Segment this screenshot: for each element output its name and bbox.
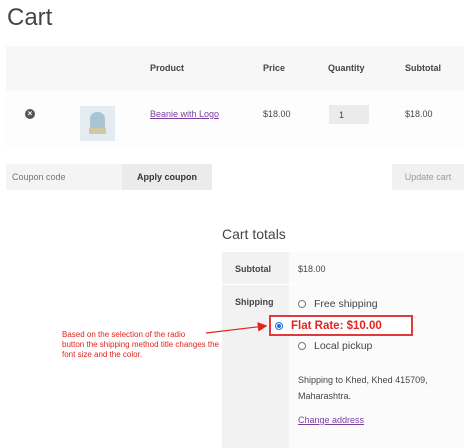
shipping-destination: Shipping to Khed, Khed 415709, Maharasht…	[298, 372, 458, 404]
shipping-option-flat-rate[interactable]: Flat Rate: $10.00	[269, 315, 413, 336]
beanie-image[interactable]	[80, 106, 115, 141]
page-title: Cart	[7, 4, 53, 31]
apply-coupon-button[interactable]: Apply coupon	[122, 164, 212, 190]
subtotal-label: Subtotal	[235, 264, 271, 274]
header-subtotal: Subtotal	[405, 63, 441, 73]
cart-totals-table: Subtotal $18.00 Shipping Free shipping L…	[222, 252, 464, 448]
header-quantity: Quantity	[328, 63, 365, 73]
cart-table-header: Product Price Quantity Subtotal	[6, 46, 464, 91]
annotation-line: font size and the color.	[62, 350, 143, 359]
header-product: Product	[150, 63, 185, 73]
cart-actions: Apply coupon Update cart	[6, 164, 464, 190]
annotation-line: Based on the selection of the radio	[62, 330, 186, 339]
annotation-note: Based on the selection of the radio butt…	[62, 330, 246, 360]
shipping-option-local-pickup[interactable]: Local pickup	[298, 340, 372, 352]
coupon-code-input[interactable]	[6, 164, 122, 190]
cart-totals-title: Cart totals	[222, 226, 286, 242]
shipping-destination-line2: Maharashtra.	[298, 391, 352, 401]
shipping-option-label: Free shipping	[314, 298, 378, 310]
shipping-option-free[interactable]: Free shipping	[298, 298, 378, 310]
shipping-destination-line1: Shipping to Khed, Khed 415709,	[298, 375, 428, 385]
radio-unchecked-icon[interactable]	[298, 342, 306, 350]
radio-unchecked-icon[interactable]	[298, 300, 306, 308]
shipping-option-label: Local pickup	[314, 340, 373, 352]
shipping-label: Shipping	[235, 297, 274, 307]
annotation-line: button the shipping method title changes…	[62, 340, 219, 349]
row-divider	[222, 284, 464, 285]
table-row	[6, 91, 464, 149]
change-address-link[interactable]: Change address	[298, 415, 364, 425]
shipping-option-label-selected: Flat Rate: $10.00	[291, 319, 382, 332]
beanie-band-shape	[89, 128, 106, 134]
quantity-input[interactable]	[329, 105, 369, 124]
product-subtotal: $18.00	[405, 109, 433, 119]
subtotal-value: $18.00	[298, 264, 326, 274]
cart-table: Product Price Quantity Subtotal × Beanie…	[6, 46, 464, 190]
remove-circle-icon[interactable]: ×	[25, 109, 35, 119]
product-link[interactable]: Beanie with Logo	[150, 109, 219, 119]
update-cart-button[interactable]: Update cart	[392, 164, 464, 190]
product-price: $18.00	[263, 109, 291, 119]
radio-checked-icon[interactable]	[275, 321, 283, 330]
header-price: Price	[263, 63, 286, 73]
